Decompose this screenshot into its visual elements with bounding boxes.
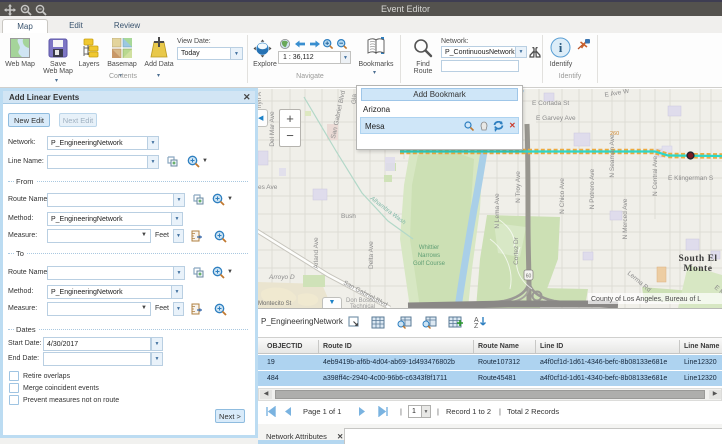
svg-text:E Cortada St: E Cortada St	[532, 100, 569, 107]
svg-text:E Garvey Ave: E Garvey Ave	[536, 115, 576, 122]
svg-text:Bush: Bush	[341, 213, 356, 220]
svg-text:N Chico Ave: N Chico Ave	[559, 178, 566, 214]
svg-text:Alhambra Wash: Alhambra Wash	[368, 195, 407, 226]
svg-text:Montecito St: Montecito St	[258, 301, 292, 307]
svg-text:Golf Course: Golf Course	[413, 261, 446, 267]
svg-text:N Troy Ave: N Troy Ave	[515, 171, 522, 203]
svg-text:Whittier: Whittier	[419, 245, 439, 251]
svg-text:60: 60	[526, 274, 532, 280]
svg-text:N Seaman Ave: N Seaman Ave	[609, 134, 616, 178]
svg-text:rlyn A: rlyn A	[258, 91, 263, 108]
svg-text:E Klingerman S: E Klingerman S	[668, 175, 714, 182]
svg-text:E Ave W: E Ave W	[604, 89, 630, 99]
svg-text:Z: Z	[474, 323, 479, 329]
svg-text:Delta Ave: Delta Ave	[368, 241, 375, 269]
svg-text:N Potrero Ave: N Potrero Ave	[589, 168, 596, 209]
svg-text:N Lema Ave: N Lema Ave	[494, 193, 501, 229]
svg-text:Arroyo D: Arroyo D	[268, 274, 295, 281]
svg-text:San Gabriel Blvd: San Gabriel Blvd	[330, 90, 347, 140]
svg-text:es Ave: es Ave	[258, 184, 278, 191]
svg-text:i: i	[559, 40, 563, 55]
svg-text:County of Los Angeles, Bureau: County of Los Angeles, Bureau of L	[591, 296, 701, 303]
svg-text:Lerma Rd: Lerma Rd	[626, 270, 653, 294]
svg-text:Del Mar Ave: Del Mar Ave	[269, 111, 276, 147]
svg-text:Narrows: Narrows	[418, 253, 440, 259]
svg-text:Monte: Monte	[684, 264, 713, 274]
svg-text:Cortez Dr: Cortez Dr	[513, 236, 520, 265]
svg-text:South El: South El	[678, 254, 717, 264]
svg-text:260: 260	[610, 131, 619, 137]
svg-text:N Merced Ave: N Merced Ave	[622, 198, 629, 239]
svg-text:Arland Ave: Arland Ave	[313, 237, 320, 269]
svg-text:N Central Ave: N Central Ave	[652, 156, 659, 196]
